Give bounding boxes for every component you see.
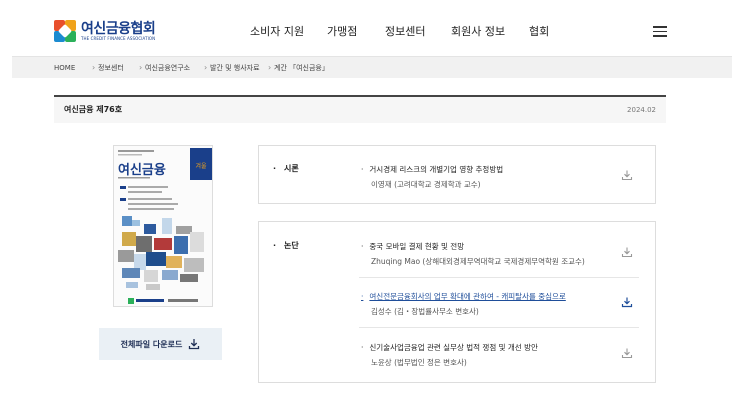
breadcrumb: HOME › 정보센터 › 여신금융연구소 › 발간 및 행사자료 › 계간 「…: [12, 56, 732, 78]
download-icon[interactable]: [621, 347, 633, 359]
breadcrumb-publications[interactable]: 발간 및 행사자료: [210, 57, 260, 79]
article-item: · 신기술사업금융업 관련 실무상 법적 쟁점 및 개선 방안 노윤상 (법무법인…: [361, 342, 637, 368]
article-author: 이영재 (고려대학교 경제학과 교수): [371, 180, 481, 189]
cover-season-badge: 겨울: [195, 162, 207, 170]
download-icon[interactable]: [621, 169, 633, 181]
section-editorial: · 시론 · 거시경제 리스크의 개별기업 영향 추정방법 이영재 (고려대학교 경…: [258, 145, 656, 204]
nav-consumer-support[interactable]: 소비자 지원: [250, 24, 304, 40]
hamburger-menu-icon[interactable]: [653, 26, 667, 37]
main-nav: 소비자 지원 가맹점 정보센터 회원사 정보 협회: [0, 24, 743, 40]
article-author: 노윤상 (법무법인 정은 변호사): [371, 358, 467, 367]
cover-title: 여신금융: [118, 162, 166, 178]
issue-title: 여신금융 제76호: [64, 105, 123, 114]
cover-artwork: 여신금융 겨울: [114, 146, 212, 306]
article-title[interactable]: · 거시경제 리스크의 개별기업 영향 추정방법: [361, 164, 637, 175]
breadcrumb-current: 계간 「여신금융」: [274, 64, 329, 72]
breadcrumb-info-center[interactable]: 정보센터: [98, 57, 124, 79]
divider: [359, 277, 639, 278]
nav-member-info[interactable]: 회원사 정보: [451, 24, 505, 40]
section-label: · 시론: [273, 164, 299, 173]
nav-association[interactable]: 협회: [529, 24, 549, 40]
download-all-button[interactable]: 전체파일 다운로드: [99, 328, 222, 360]
download-icon[interactable]: [621, 246, 633, 258]
download-icon[interactable]: [621, 296, 633, 308]
issue-date: 2024.02: [627, 106, 656, 114]
breadcrumb-chevron-icon: ›: [92, 63, 96, 72]
section-forum: · 논단 · 중국 모바일 결제 현황 및 전망 Zhuqing Mao (상해대외…: [258, 221, 656, 383]
section-label: · 논단: [273, 241, 299, 250]
divider: [359, 327, 639, 328]
site-header: 여신금융협회 THE CREDIT FINANCE ASSOCIATION 소비…: [0, 0, 743, 58]
breadcrumb-chevron-icon: ›: [268, 63, 272, 72]
issue-title-bar: 여신금융 제76호 2024.02: [54, 95, 666, 123]
article-item: · 여신전문금융회사의 업무 확대에 관하여 - 캐피탈사를 중심으로 김성수 (…: [361, 291, 637, 317]
nav-info-center[interactable]: 정보센터: [385, 24, 425, 40]
article-item: · 중국 모바일 결제 현황 및 전망 Zhuqing Mao (상해대외경제무역…: [361, 241, 637, 267]
article-title-link[interactable]: · 여신전문금융회사의 업무 확대에 관하여 - 캐피탈사를 중심으로: [361, 291, 637, 302]
article-item: · 거시경제 리스크의 개별기업 영향 추정방법 이영재 (고려대학교 경제학과 …: [361, 164, 637, 190]
breadcrumb-home[interactable]: HOME: [54, 57, 75, 79]
download-icon: [189, 339, 200, 350]
breadcrumb-chevron-icon: ›: [139, 63, 143, 72]
article-title[interactable]: · 중국 모바일 결제 현황 및 전망: [361, 241, 637, 252]
nav-merchant[interactable]: 가맹점: [327, 24, 357, 40]
article-author: Zhuqing Mao (상해대외경제무역대학교 국제경제무역학원 조교수): [371, 257, 585, 266]
breadcrumb-research-institute[interactable]: 여신금융연구소: [145, 57, 190, 79]
article-title[interactable]: · 신기술사업금융업 관련 실무상 법적 쟁점 및 개선 방안: [361, 342, 637, 353]
article-author: 김성수 (김・장법률사무소 변호사): [371, 307, 479, 316]
issue-cover-image: 여신금융 겨울: [113, 145, 213, 307]
breadcrumb-chevron-icon: ›: [204, 63, 208, 72]
download-all-label: 전체파일 다운로드: [120, 339, 183, 349]
